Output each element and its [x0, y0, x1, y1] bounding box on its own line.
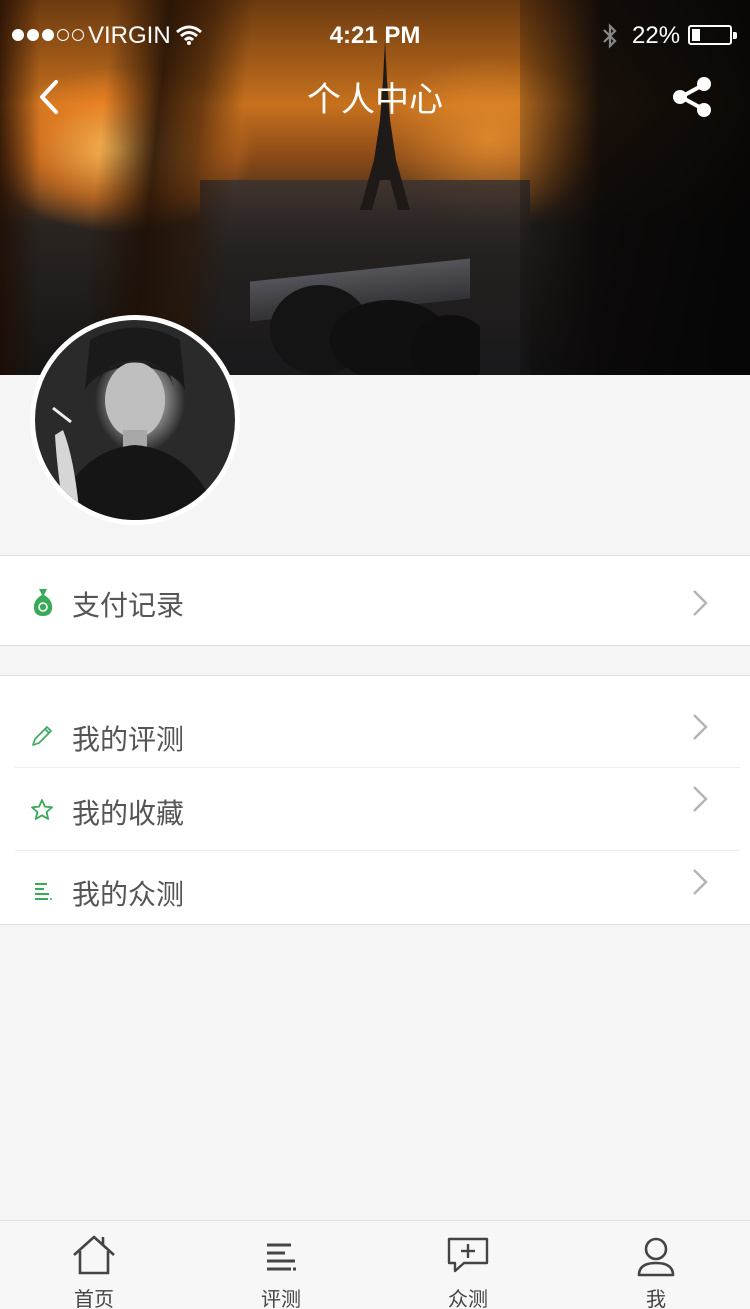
home-icon: [73, 1235, 115, 1275]
menu-item-label: 我的众测: [72, 878, 185, 911]
list-icon: [35, 883, 52, 900]
avatar[interactable]: [30, 315, 240, 525]
battery-icon: [688, 25, 737, 45]
star-icon: [31, 799, 53, 820]
battery-percentage: 22%: [632, 22, 681, 49]
menu-item-label: 我的收藏: [72, 797, 185, 830]
share-button[interactable]: [668, 72, 718, 122]
money-bag-icon: [33, 589, 53, 616]
pencil-icon: [32, 726, 52, 746]
tab-crowdtest[interactable]: 众测: [374, 1221, 562, 1309]
menu-item-label: 我的评测: [72, 723, 185, 756]
chevron-right-icon: [693, 786, 708, 812]
tab-home[interactable]: 首页: [0, 1221, 188, 1309]
tab-me[interactable]: 我: [562, 1221, 750, 1309]
tab-reviews[interactable]: 评测: [187, 1221, 375, 1309]
chevron-right-icon: [693, 714, 708, 740]
list-icon: [267, 1243, 296, 1271]
menu-item-my-reviews[interactable]: 我的评测: [0, 696, 750, 766]
share-icon: [673, 77, 711, 117]
tab-label: 首页: [74, 1287, 114, 1309]
comment-add-icon: [447, 1237, 489, 1273]
tab-label: 我: [646, 1287, 666, 1309]
menu-item-my-crowdtests[interactable]: 我的众测: [0, 851, 750, 926]
my-activity-section: 我的评测 我的收藏 我的众测: [0, 675, 750, 925]
menu-item-label: 支付记录: [72, 589, 185, 622]
bluetooth-icon: [603, 23, 617, 49]
menu-item-my-favorites[interactable]: 我的收藏: [0, 768, 750, 850]
user-icon: [637, 1237, 675, 1277]
tab-label: 众测: [448, 1287, 488, 1309]
chevron-right-icon: [693, 869, 708, 895]
status-bar: VIRGIN 4:21 PM 22%: [0, 0, 750, 70]
tab-label: 评测: [261, 1287, 301, 1309]
payment-section: 支付记录: [0, 555, 750, 646]
bottom-tab-bar: 首页 评测 众测 我: [0, 1220, 750, 1309]
page-title: 个人中心: [307, 80, 443, 120]
menu-item-payment-records[interactable]: 支付记录: [0, 556, 750, 646]
chevron-right-icon: [693, 590, 708, 616]
